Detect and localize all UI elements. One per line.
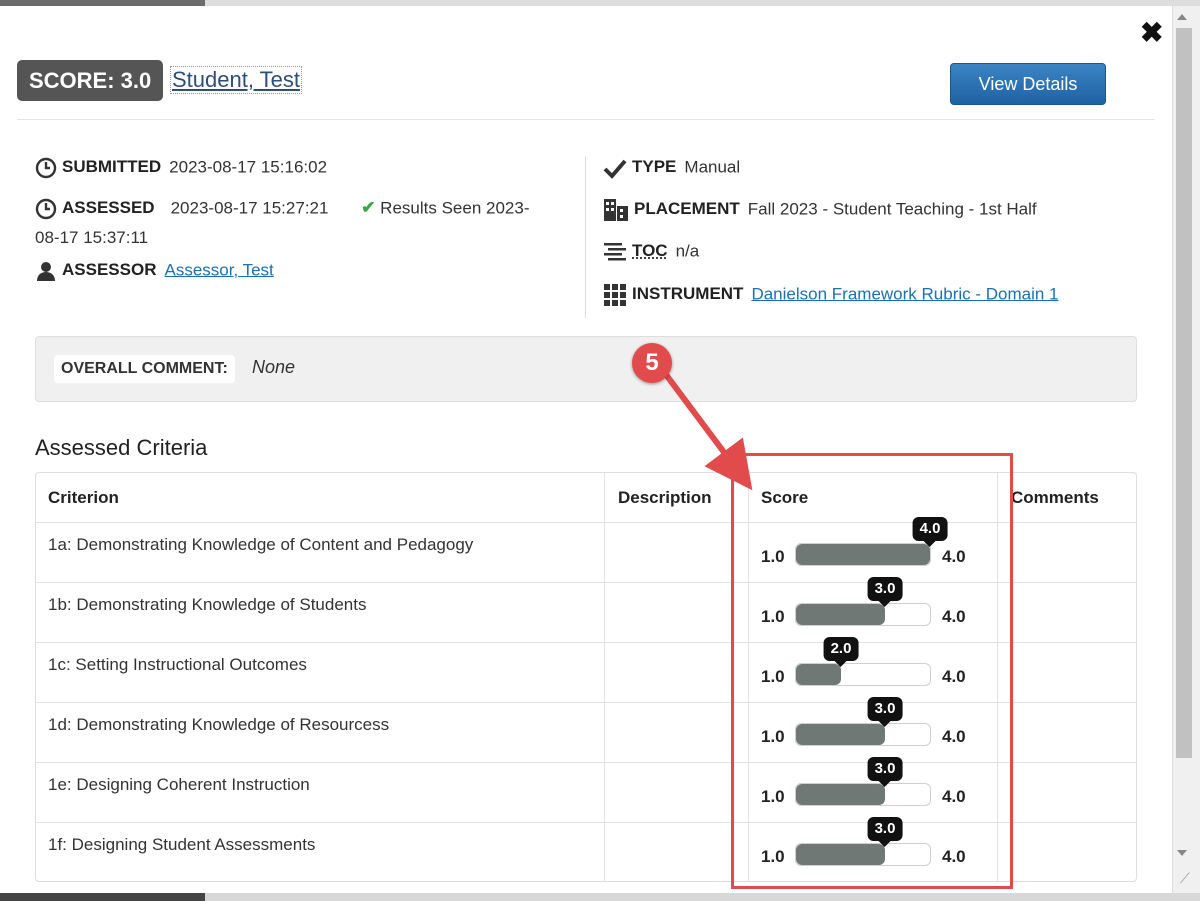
annotation-step-badge: 5 <box>632 343 672 383</box>
scroll-down-icon[interactable] <box>1177 850 1187 856</box>
annotation-arrow <box>661 370 753 491</box>
scrollbar-thumb[interactable] <box>1176 28 1192 758</box>
resize-grip-icon[interactable]: ⟋ <box>1180 870 1190 887</box>
score-modal: ✖ SCORE: 3.0 Student, Test View Details … <box>0 6 1172 893</box>
scroll-up-icon[interactable] <box>1177 14 1187 20</box>
background-window-bottom-light <box>205 893 1200 901</box>
